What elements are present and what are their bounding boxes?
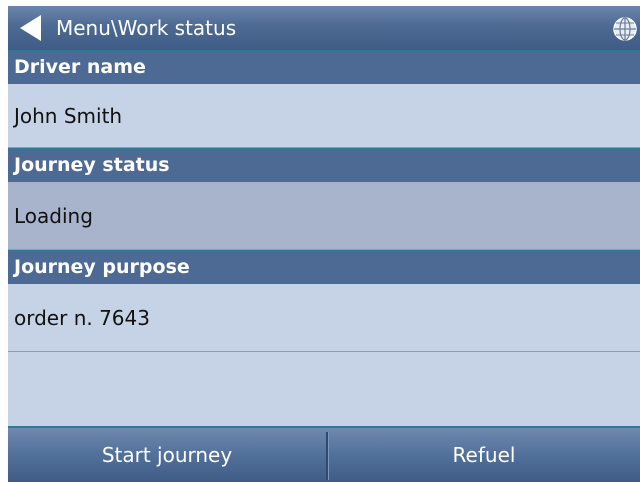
globe-button[interactable] (610, 14, 640, 44)
bottom-toolbar: Start journey Refuel (8, 426, 640, 482)
page-title: Menu\Work status (56, 16, 237, 40)
journey-status-field[interactable]: Loading (8, 182, 640, 250)
journey-status-header: Journey status (8, 148, 640, 182)
driver-name-field[interactable]: John Smith (8, 84, 640, 148)
start-journey-button[interactable]: Start journey (8, 428, 326, 482)
work-status-screen: Menu\Work status Driver name John Smith … (8, 6, 640, 482)
title-bar: Menu\Work status (8, 6, 640, 52)
back-button[interactable] (10, 6, 50, 50)
globe-icon (613, 17, 637, 41)
journey-purpose-field[interactable]: order n. 7643 (8, 284, 640, 352)
refuel-button[interactable]: Refuel (328, 428, 640, 482)
back-arrow-icon (20, 15, 41, 41)
journey-purpose-header: Journey purpose (8, 250, 640, 284)
empty-list-area (8, 352, 640, 426)
driver-name-header: Driver name (8, 50, 640, 84)
